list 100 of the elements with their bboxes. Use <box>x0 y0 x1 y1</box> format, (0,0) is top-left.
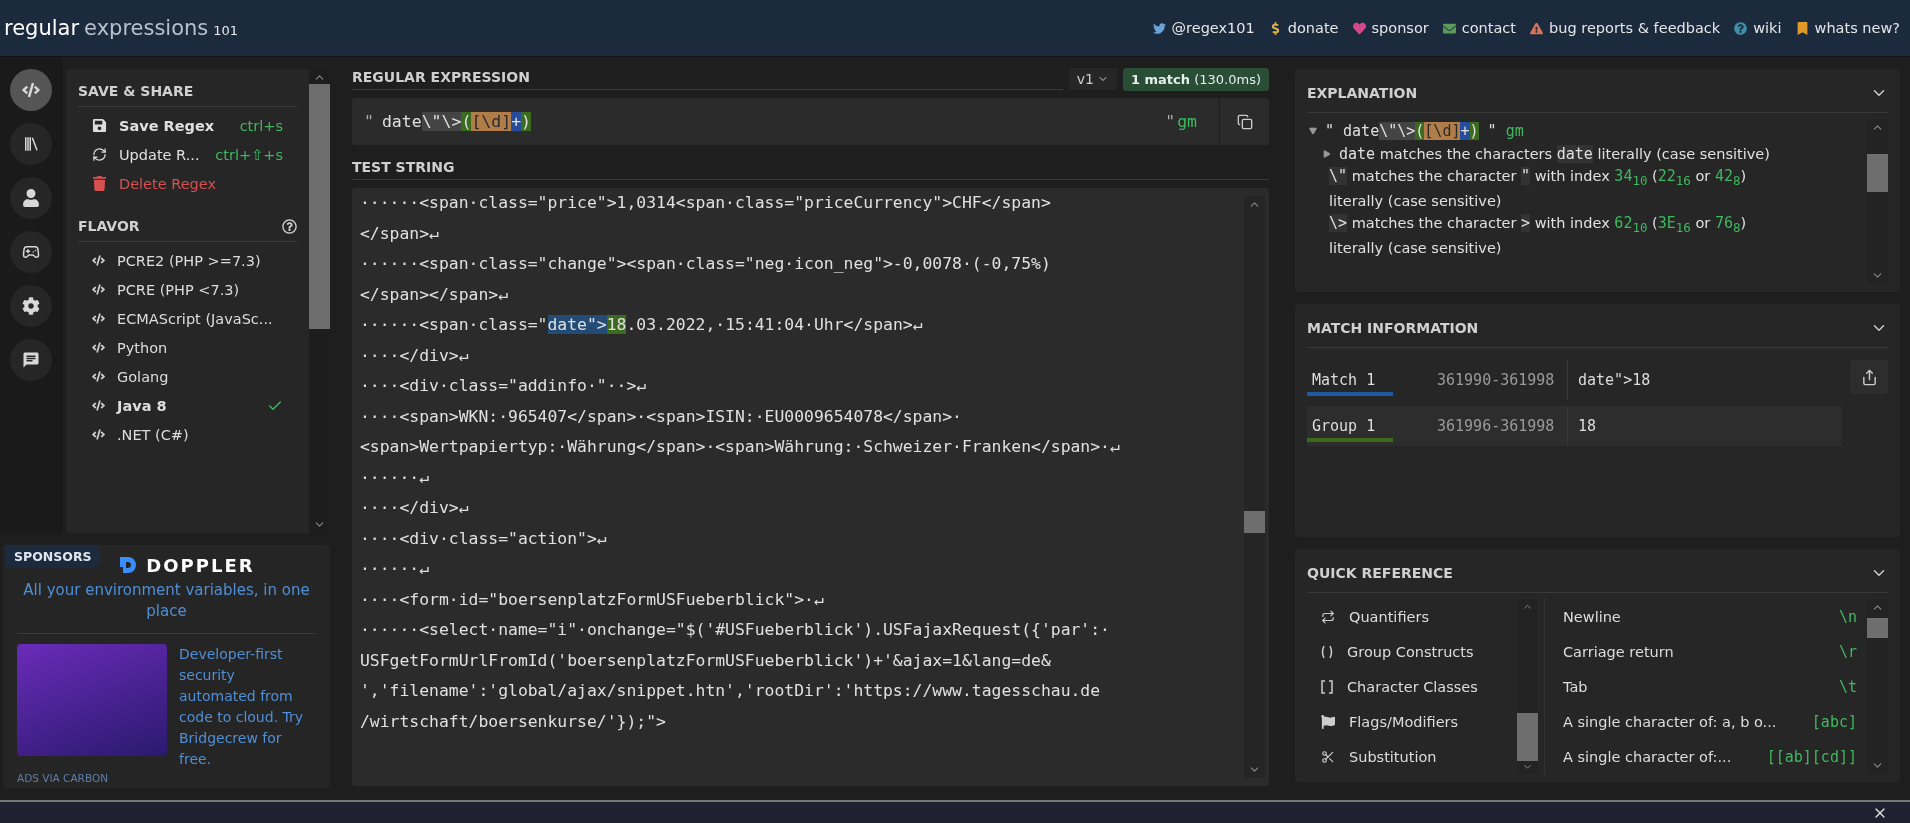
scrollbar-thumb[interactable] <box>309 84 330 329</box>
scrollbar-thumb[interactable] <box>1867 154 1888 192</box>
header-link[interactable]: whats new? <box>1795 20 1900 36</box>
flags-text[interactable]: gm <box>1177 112 1197 131</box>
match-highlight: date"> <box>547 315 607 334</box>
ad-text[interactable]: Developer-first security automated from code to cloud. Try Bridgecrew for free. <box>179 644 316 770</box>
menu-item[interactable]: Delete Regex <box>78 169 297 198</box>
reference-token-row[interactable]: Tab \t <box>1563 669 1857 704</box>
group-token: ( <box>461 112 472 131</box>
flavor-option[interactable]: PCRE (PHP <7.3) <box>78 275 297 304</box>
menu-item[interactable]: Save Regex ctrl+s <box>78 111 297 140</box>
reference-token-row[interactable]: A single character of:... [[ab][cd]] <box>1563 739 1857 774</box>
explanation-text: ( <box>1651 215 1658 232</box>
match-label: Group 1 <box>1307 410 1393 442</box>
nav-button[interactable] <box>10 285 52 327</box>
nav-button[interactable] <box>10 339 52 381</box>
nav-button[interactable] <box>10 231 52 273</box>
code-text: date <box>1339 145 1376 164</box>
help-icon[interactable] <box>282 218 297 234</box>
copy-icon <box>1236 113 1253 130</box>
token-code: \r <box>1838 642 1857 661</box>
explanation-text: literally (case sensitive) <box>1329 240 1502 257</box>
explanation-text: or <box>1694 168 1712 185</box>
ad-credit[interactable]: ADS VIA CARBON <box>17 772 316 784</box>
header-link[interactable]: @regex101 <box>1152 20 1255 36</box>
group-token: ( <box>1415 121 1425 140</box>
code-text: ····</div>↵ <box>360 345 469 365</box>
token-description: Newline <box>1563 608 1621 625</box>
flavor-option[interactable]: Golang <box>78 362 297 391</box>
sponsor-tagline[interactable]: All your environment variables, in one place <box>17 579 316 634</box>
header-link[interactable]: sponsor <box>1352 20 1429 36</box>
match-range: 361990-361998 <box>1437 371 1556 389</box>
scrollbar-thumb[interactable] <box>1244 511 1265 533</box>
code-icon <box>92 254 105 267</box>
code-text: /wirtschaft/boersenkurse/'});"> <box>360 711 666 731</box>
user-icon <box>22 189 40 207</box>
token-description: Carriage return <box>1563 643 1674 660</box>
explanation-text: matches the characters <box>1378 146 1554 163</box>
reference-category[interactable]: Character Classes <box>1307 669 1517 704</box>
code-text: ······↵ <box>360 467 430 487</box>
reference-token-row[interactable]: Carriage return \r <box>1563 634 1857 669</box>
trash-icon <box>92 176 107 191</box>
number-text: 3E$_{16}$ <box>1657 214 1691 233</box>
flavor-option[interactable]: Python <box>78 333 297 362</box>
code-icon <box>92 428 105 441</box>
quantifier-token: + <box>1460 121 1470 140</box>
explanation-text: or <box>1694 215 1712 232</box>
flavor-option[interactable]: PCRE2 (PHP >=7.3) <box>78 246 297 275</box>
code-text: .03.2022,·15:41:04·Uhr</span>↵ <box>626 315 923 334</box>
export-button[interactable] <box>1850 360 1888 394</box>
site-logo[interactable]: regular expressions 101 <box>4 16 239 40</box>
reference-token-row[interactable]: A single character of: a, b o... [abc] <box>1563 704 1857 739</box>
reference-category[interactable]: Group Constructs <box>1307 634 1517 669</box>
number-text: 62$_{10}$ <box>1614 214 1648 233</box>
refresh-icon <box>92 147 107 162</box>
token-code: \t <box>1838 677 1857 696</box>
code-text: ····</div>↵ <box>360 498 469 517</box>
regex-field[interactable]: " date\"\>([\d]+) "gm <box>352 98 1269 145</box>
reference-category[interactable]: Quantifiers <box>1307 599 1517 634</box>
code-text: " date <box>1325 121 1380 140</box>
flavor-option[interactable]: Java 8 <box>78 391 297 420</box>
nav-button[interactable] <box>10 177 52 219</box>
code-icon <box>92 399 105 412</box>
match-count-badge: 1 match (130.0ms) <box>1123 67 1269 91</box>
test-string-editor[interactable] <box>352 188 1269 786</box>
explanation-text: matches the character <box>1350 215 1518 232</box>
flavor-option[interactable]: ECMAScript (JavaSc... <box>78 304 297 333</box>
scrollbar-thumb[interactable] <box>1517 712 1538 761</box>
reference-category[interactable]: Flags/Modifiers <box>1307 704 1517 739</box>
code-icon <box>22 81 40 99</box>
scrollbar[interactable] <box>1244 196 1265 778</box>
character-class-token: [\d] <box>471 112 512 131</box>
match-row[interactable]: Match 1 361990-361998 date">18 <box>1307 360 1842 400</box>
warning-icon <box>1530 21 1544 35</box>
number-text: 34$_{10}$ <box>1614 167 1648 186</box>
flavor-option[interactable]: .NET (C#) <box>78 420 297 449</box>
scrollbar-thumb[interactable] <box>1867 618 1888 638</box>
header-link[interactable]: contact <box>1442 20 1517 36</box>
repeat-icon <box>1321 609 1335 624</box>
caret-icon[interactable] <box>1323 150 1331 159</box>
code-text: ······↵ <box>360 559 430 578</box>
section-title: REGULAR EXPRESSION <box>352 68 1063 90</box>
nav-button[interactable] <box>10 69 52 111</box>
shortcut-label: ctrl+s <box>239 117 283 134</box>
bird-icon <box>1152 21 1166 35</box>
delimiter: " <box>364 112 374 131</box>
caret-icon[interactable] <box>1309 126 1317 135</box>
reference-category[interactable]: Substitution <box>1307 739 1517 774</box>
header-link[interactable]: bug reports & feedback <box>1530 20 1721 36</box>
header-link[interactable]: wiki <box>1734 20 1782 36</box>
code-text: ····<form·id="boersenplatzFormUSFueberblick">·↵ <box>360 589 824 609</box>
match-row[interactable]: Group 1 361996-361998 18 <box>1307 406 1842 446</box>
header-link[interactable]: donate <box>1268 20 1339 36</box>
explanation-text: ( <box>1651 168 1658 185</box>
code-text: <span>Wertpapiertyp:·Währung</span>·<span>Währung:·Schweizer·Franken</span>·↵ <box>360 437 1120 456</box>
menu-item[interactable]: Update R... ctrl+⇧+s <box>78 140 297 169</box>
code-text: " <box>1486 121 1498 140</box>
reference-token-row[interactable]: Newline \n <box>1563 599 1857 634</box>
nav-button[interactable] <box>10 123 52 165</box>
version-dropdown[interactable]: v1 <box>1068 68 1117 90</box>
